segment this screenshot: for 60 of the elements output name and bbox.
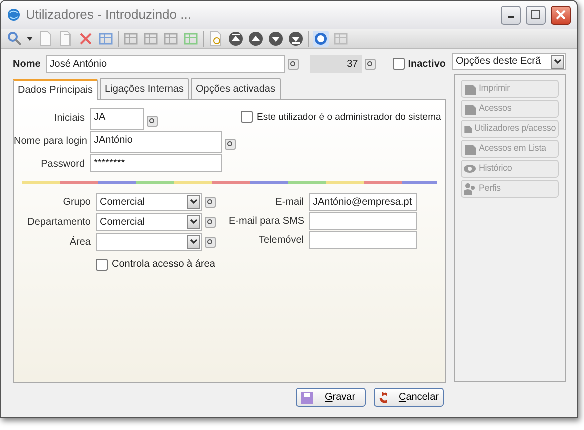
delete-icon[interactable] [78, 30, 94, 46]
text-field[interactable] [309, 231, 417, 249]
field-label: Telemóvel [258, 234, 305, 248]
field-label: Password [40, 158, 86, 172]
field-label: Área [68, 235, 92, 250]
field-label: Grupo [62, 196, 92, 210]
search-icon[interactable] [205, 216, 216, 228]
caret-icon[interactable] [187, 195, 200, 209]
dropdown[interactable]: Comercial [96, 213, 202, 231]
next-icon[interactable] [268, 30, 284, 46]
search-icon[interactable] [225, 139, 236, 150]
admin-checkbox[interactable] [241, 111, 253, 123]
text-field[interactable]: JAntónio [90, 131, 222, 153]
field-label: Iniciais [53, 112, 86, 126]
caret-icon[interactable] [187, 215, 200, 229]
first-icon[interactable] [228, 30, 244, 46]
save-button[interactable]: Gravar [296, 388, 366, 407]
text-field[interactable] [309, 212, 417, 230]
window-title: Utilizadores - Introduzindo ... [26, 6, 192, 24]
tab[interactable]: Opções activadas [191, 78, 280, 99]
options-dropdown[interactable]: Opções deste Ecrã [452, 53, 566, 70]
search-icon[interactable] [205, 236, 216, 248]
field-label: E-mail para SMS [229, 214, 306, 228]
admin-label: Este utilizador é o administrador do sistema [257, 111, 442, 125]
dropdown[interactable]: Comercial [96, 193, 202, 211]
close-icon [556, 10, 566, 20]
search-icon[interactable] [288, 58, 299, 70]
caret-icon[interactable] [551, 54, 564, 68]
area-checkbox[interactable] [96, 258, 108, 270]
tab[interactable]: Dados Principais [13, 79, 98, 100]
app-globe-icon [7, 8, 21, 22]
search-icon[interactable] [365, 58, 376, 70]
maximize-button[interactable] [526, 6, 546, 24]
field-label: Departamento [26, 216, 92, 230]
name-field[interactable]: José António [46, 55, 285, 73]
eye-icon [464, 162, 477, 176]
undo-icon [379, 392, 387, 404]
number-field: 37 [310, 55, 362, 73]
name-label: Nome [12, 58, 41, 72]
field-label: Nome para login [14, 135, 88, 149]
search-icon[interactable] [147, 116, 158, 127]
field-label: E-mail [274, 196, 305, 210]
tab[interactable]: Ligações Internas [100, 78, 189, 99]
document-icon [464, 82, 477, 96]
last-icon[interactable] [288, 30, 304, 46]
cancel-button[interactable]: Cancelar [374, 388, 444, 407]
previous-icon[interactable] [248, 30, 264, 46]
document-icon [464, 142, 477, 156]
close-button[interactable] [551, 6, 571, 24]
caret-icon[interactable] [187, 235, 200, 249]
people-icon [464, 182, 477, 196]
document-icon [464, 102, 477, 116]
minimize-button[interactable] [501, 6, 521, 24]
maximize-icon [531, 10, 541, 20]
text-field[interactable]: ******** [90, 154, 222, 172]
text-field[interactable]: JAntónio@empresa.pt [309, 193, 417, 211]
search-icon[interactable] [205, 196, 216, 208]
text-field[interactable]: JA [90, 108, 144, 130]
area-checkbox-label: Controla acesso à área [112, 258, 216, 272]
inactive-label: Inactivo [408, 58, 446, 72]
